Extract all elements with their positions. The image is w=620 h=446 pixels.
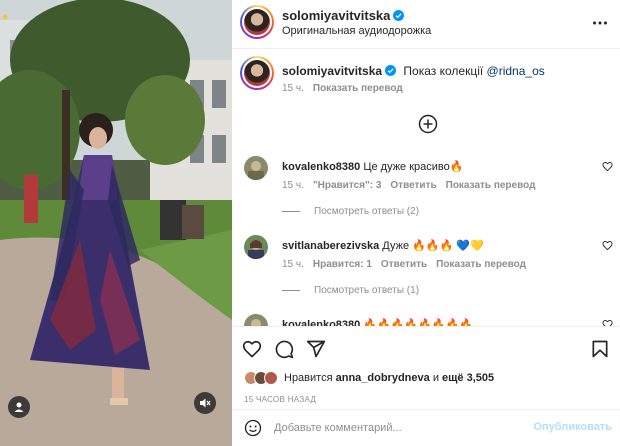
caption-mention-link[interactable]: @ridna_os — [487, 64, 545, 78]
comment-translate-link[interactable]: Показать перевод — [446, 180, 536, 191]
comment-line: svitlanaberezivska Дуже 🔥🔥🔥 💙💛 — [282, 239, 484, 252]
caption-line: solomiyavitvitska Показ колекції @ridna_… — [282, 64, 545, 78]
comment-item: kovalenko8380 🔥🔥🔥🔥🔥🔥🔥🔥 — [232, 314, 620, 326]
commenter-avatar[interactable] — [244, 235, 268, 259]
commenter-avatar[interactable] — [244, 156, 268, 180]
replies-divider — [282, 290, 300, 291]
comment-likes[interactable]: "Нравится": 3 — [313, 180, 382, 191]
comment-line: kovalenko8380 🔥🔥🔥🔥🔥🔥🔥🔥 — [282, 318, 473, 326]
liker-avatar — [264, 371, 278, 385]
comment-meta: 15 ч. Нравится: 1 Ответить Показать перевод — [282, 259, 535, 270]
comment-input[interactable] — [274, 419, 524, 437]
comment-meta: 15 ч. "Нравится": 3 Ответить Показать перев… — [282, 180, 544, 191]
comment-likes[interactable]: Нравится: 1 — [313, 259, 372, 270]
comment-username[interactable]: kovalenko8380 — [282, 161, 360, 173]
add-comment-bar: Опубликовать — [232, 409, 620, 446]
more-dots-icon[interactable] — [592, 15, 608, 31]
likes-text: Нравится anna_dobrydneva и ещё 3,505 — [284, 372, 495, 384]
comment-username[interactable]: svitlanaberezivska — [282, 240, 379, 252]
post-header: solomiyavitvitska Оригинальная аудиодоро… — [232, 0, 620, 49]
view-replies-button[interactable]: Посмотреть ответы (1) — [282, 285, 419, 296]
comment-time[interactable]: 15 ч. — [282, 259, 304, 270]
muted-speaker-icon — [200, 398, 211, 408]
post-panel: solomiyavitvitska Оригинальная аудиодоро… — [232, 0, 620, 446]
plus-circle-icon[interactable] — [418, 114, 438, 134]
replies-divider — [282, 211, 300, 212]
caption-text: Показ колекції — [403, 64, 484, 78]
bookmark-icon[interactable] — [590, 339, 610, 359]
reel-video[interactable] — [0, 0, 232, 446]
publish-button[interactable]: Опубликовать — [533, 421, 612, 433]
comment-reply-button[interactable]: Ответить — [381, 259, 427, 270]
view-replies-button[interactable]: Посмотреть ответы (2) — [282, 206, 419, 217]
verified-badge-icon — [385, 65, 397, 76]
video-frame — [0, 0, 232, 446]
verified-badge-icon — [393, 10, 405, 21]
caption-username[interactable]: solomiyavitvitska — [282, 64, 382, 78]
commenter-avatar[interactable] — [244, 314, 268, 326]
author-avatar[interactable] — [240, 5, 274, 39]
heart-icon[interactable] — [602, 240, 613, 251]
caption-translate-link[interactable]: Показать перевод — [313, 83, 403, 94]
comment-username[interactable]: kovalenko8380 — [282, 319, 360, 326]
heart-icon[interactable] — [242, 339, 262, 359]
heart-icon[interactable] — [602, 161, 613, 172]
comment-item: kovalenko8380 Це дуже красиво🔥 15 ч. "Нра… — [232, 156, 620, 217]
comment-time[interactable]: 15 ч. — [282, 180, 304, 191]
comment-text: Дуже — [382, 240, 410, 252]
author-username[interactable]: solomiyavitvitska — [282, 8, 405, 23]
star-mark-icon — [2, 14, 8, 20]
comment-item: svitlanaberezivska Дуже 🔥🔥🔥 💙💛 15 ч. Нрав… — [232, 235, 620, 296]
share-icon[interactable] — [306, 339, 326, 359]
mute-toggle-button[interactable] — [194, 392, 216, 414]
caption-meta: 15 ч. Показать перевод — [282, 83, 412, 94]
caption-avatar[interactable] — [240, 56, 274, 90]
comment-emoji: 🔥🔥🔥🔥🔥🔥🔥🔥 — [363, 319, 473, 326]
likes-count-link[interactable]: ещё 3,505 — [442, 372, 494, 384]
post-timestamp[interactable]: 15 ЧАСОВ НАЗАД — [244, 395, 316, 404]
audio-track-link[interactable]: Оригинальная аудиодорожка — [282, 25, 431, 37]
video-profile-button[interactable] — [8, 396, 30, 418]
smile-icon[interactable] — [244, 419, 262, 437]
comment-text: Це дуже красиво — [363, 161, 450, 173]
comment-icon[interactable] — [274, 339, 294, 359]
comment-translate-link[interactable]: Показать перевод — [436, 259, 526, 270]
likes-user-link[interactable]: anna_dobrydneva — [336, 372, 430, 384]
comment-reply-button[interactable]: Ответить — [390, 180, 436, 191]
profile-icon — [14, 402, 24, 412]
post-actions: Нравится anna_dobrydneva и ещё 3,505 15 … — [232, 326, 620, 446]
likes-summary[interactable]: Нравится anna_dobrydneva и ещё 3,505 — [244, 371, 494, 385]
heart-icon[interactable] — [602, 319, 613, 326]
comment-emoji: 🔥🔥🔥 💙💛 — [412, 240, 484, 252]
comment-line: kovalenko8380 Це дуже красиво🔥 — [282, 160, 463, 173]
comment-emoji: 🔥 — [449, 161, 464, 173]
caption-time[interactable]: 15 ч. — [282, 83, 304, 94]
